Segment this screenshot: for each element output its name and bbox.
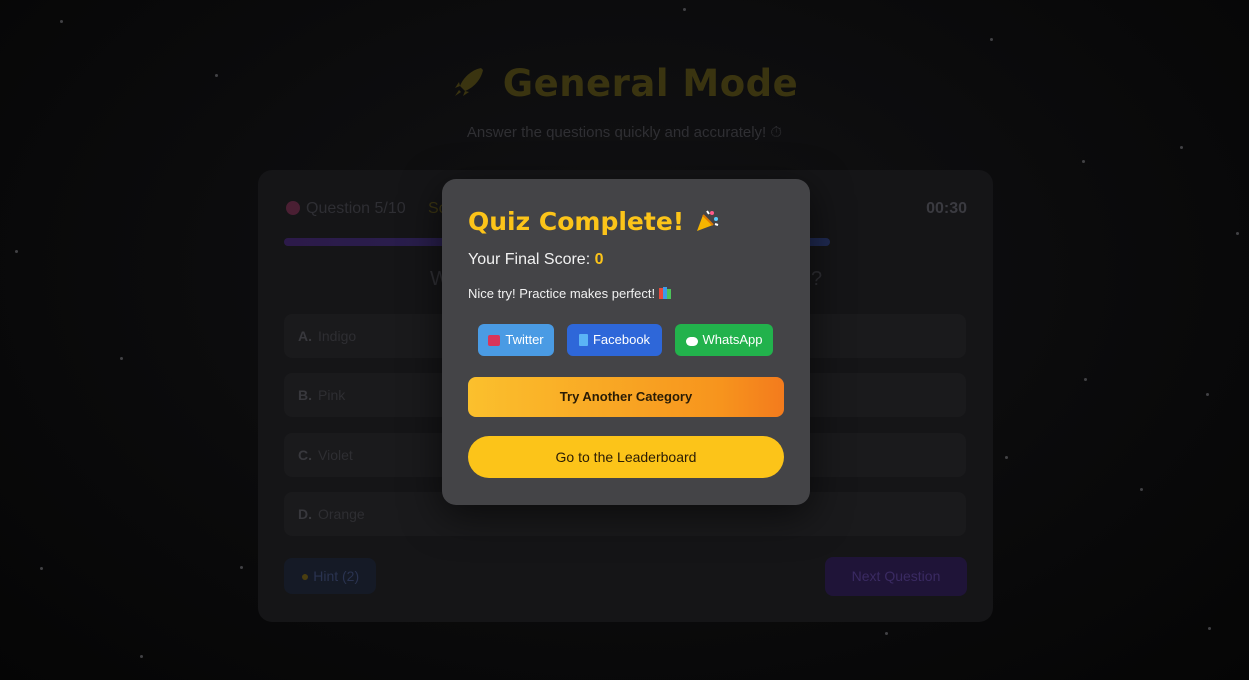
question-counter-text: Question 5/10: [306, 200, 406, 217]
option-text: Pink: [318, 387, 346, 403]
question-counter: Question 5/10: [286, 200, 406, 218]
timer: 00:30: [926, 200, 967, 217]
share-whatsapp-button[interactable]: WhatsApp: [675, 324, 773, 356]
modal-title-text: Quiz Complete!: [468, 207, 685, 236]
page-subtitle: Answer the questions quickly and accurat…: [466, 124, 783, 141]
rocket-icon: [454, 68, 483, 96]
share-twitter-label: Twitter: [505, 332, 544, 347]
books-icon: [659, 287, 672, 299]
quiz-complete-modal: Quiz Complete! Your Final Score: 0 Nice …: [442, 179, 810, 505]
lightbulb-icon: ●: [300, 568, 310, 584]
result-message: Nice try! Practice makes perfect!: [468, 286, 672, 301]
party-popper-icon: [697, 210, 719, 231]
result-message-text: Nice try! Practice makes perfect!: [468, 286, 656, 301]
modal-title: Quiz Complete!: [468, 207, 720, 236]
option-text: Violet: [318, 447, 353, 463]
option-letter: D.: [298, 506, 312, 522]
hint-label: Hint (2): [313, 568, 360, 584]
share-facebook-button[interactable]: Facebook: [567, 324, 662, 356]
book-icon: [578, 334, 588, 346]
page-title: General Mode: [0, 62, 1249, 105]
final-score: Your Final Score: 0: [468, 251, 604, 269]
next-question-button[interactable]: Next Question: [825, 557, 967, 596]
share-twitter-button[interactable]: Twitter: [478, 324, 554, 356]
option-letter: C.: [298, 447, 312, 463]
option-letter: B.: [298, 387, 312, 403]
option-text: Indigo: [318, 328, 357, 344]
page-title-text: General Mode: [502, 62, 799, 105]
try-another-category-button[interactable]: Try Another Category: [468, 377, 784, 417]
speech-bubble-icon: [685, 337, 698, 346]
question-text-right: ?: [811, 268, 823, 290]
final-score-label: Your Final Score:: [468, 251, 591, 268]
hint-button[interactable]: ● Hint (2): [284, 558, 376, 594]
boot-icon: [488, 335, 501, 346]
share-facebook-label: Facebook: [592, 332, 651, 347]
final-score-value: 0: [594, 251, 604, 268]
share-whatsapp-label: WhatsApp: [702, 332, 763, 347]
option-text: Orange: [318, 506, 365, 522]
go-to-leaderboard-button[interactable]: Go to the Leaderboard: [468, 436, 784, 478]
brain-icon: [286, 201, 300, 215]
option-letter: A.: [298, 328, 312, 344]
